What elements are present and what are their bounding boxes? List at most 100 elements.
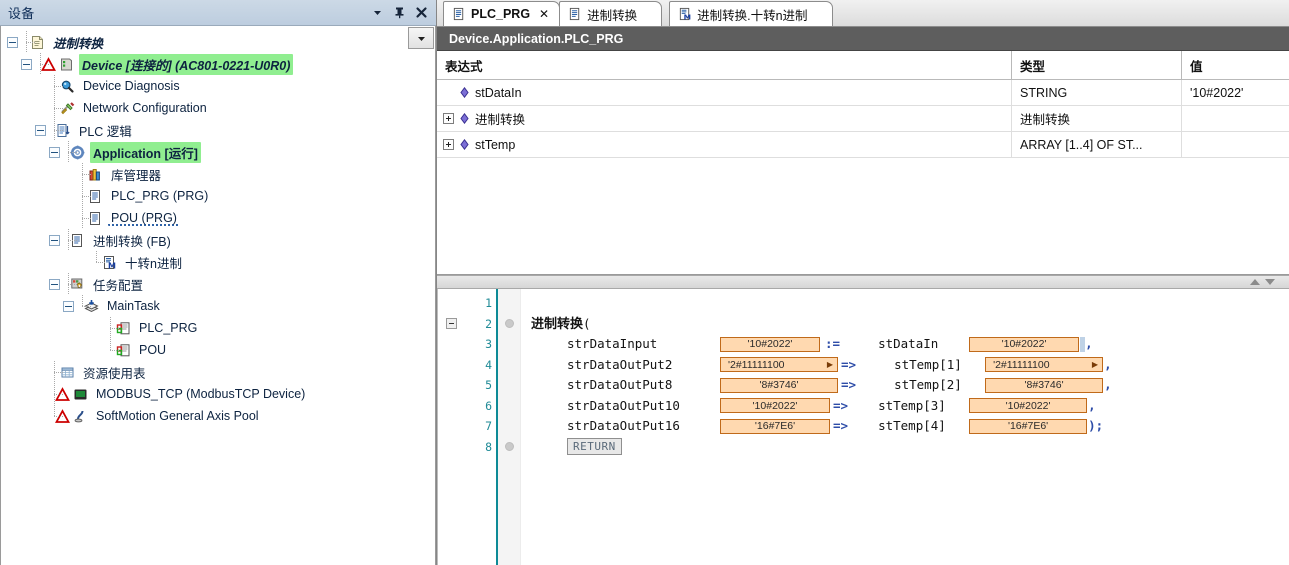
param-target: stDataIn — [878, 336, 939, 351]
tree-item-modbus-tcp[interactable]: MODBUS_TCP (ModbusTCP Device) — [1, 383, 435, 405]
param-input-value-box[interactable]: '10#2022' — [720, 398, 830, 414]
tree-guide — [49, 383, 63, 405]
tree-item-softmotion-axis-pool[interactable]: SoftMotion General Axis Pool — [1, 405, 435, 427]
table-row[interactable]: stTemp ARRAY [1..4] OF ST... — [437, 132, 1289, 158]
tree-item-method-shizhuannjinzhi[interactable]: M 十转n进制 — [1, 251, 435, 273]
param-input-value-box[interactable]: '10#2022' — [720, 336, 820, 352]
expander-minus-icon[interactable] — [35, 124, 46, 136]
cell-value[interactable]: '10#2022' — [1182, 80, 1289, 105]
svg-text:M: M — [683, 13, 690, 21]
param-input-value-box[interactable]: '8#3746' — [720, 377, 838, 393]
tree-item-label: 进制转换 (FB) — [93, 234, 171, 249]
param-name: strDataInput — [567, 336, 658, 351]
cell-value[interactable] — [1182, 132, 1289, 157]
expander-minus-icon[interactable] — [21, 58, 32, 70]
param-output-value-box[interactable]: '16#7E6' — [969, 418, 1088, 434]
param-input-value-box[interactable]: '2#11111100 ▶ — [720, 357, 838, 373]
code-line: strDataOutPut10 '10#2022' => stTemp[3] '… — [521, 396, 1289, 417]
param-output-value-box[interactable]: '2#11111100 ▶ — [985, 357, 1104, 373]
breakpoint-column[interactable] — [498, 289, 521, 565]
devices-tree-container: 进制转换 Device [连接的] (AC801-0221-U0R0) Devi… — [0, 26, 436, 565]
splitter-down-icon[interactable] — [1265, 279, 1275, 285]
param-input-value-box[interactable]: '16#7E6' — [720, 418, 830, 434]
tree-guide — [63, 141, 77, 163]
line-number: 7 — [485, 419, 492, 433]
line-number: 3 — [485, 337, 492, 351]
cell-value[interactable] — [1182, 106, 1289, 131]
tab-plc-prg[interactable]: PLC_PRG ✕ — [443, 1, 561, 26]
expander-minus-icon[interactable] — [63, 300, 74, 312]
tree-item-pou[interactable]: POU (PRG) — [1, 207, 435, 229]
tree-item-task-call-pou[interactable]: POU — [1, 339, 435, 361]
expander-minus-icon[interactable] — [49, 146, 60, 158]
param-output-value-box[interactable]: '10#2022' — [969, 398, 1088, 414]
line-number: 1 — [485, 296, 492, 310]
param-name: strDataOutPut2 — [567, 356, 673, 372]
param-output-value-box[interactable]: '8#3746' — [985, 377, 1104, 393]
panel-dropdown-icon[interactable] — [366, 3, 388, 23]
tree-item-application[interactable]: Application [运行] — [1, 141, 435, 163]
editor-splitter[interactable] — [437, 275, 1289, 289]
row-expander-icon[interactable] — [443, 113, 454, 124]
table-row[interactable]: stDataIn STRING '10#2022' — [437, 80, 1289, 106]
cell-expression-label: stDataIn — [475, 85, 522, 100]
code-line: RETURN — [521, 437, 1289, 458]
tree-guide — [77, 163, 91, 185]
row-expander-icon[interactable] — [443, 139, 454, 150]
code-editor[interactable]: 1 2 3 4 5 6 7 8 进制转换 (strDataInput '10#… — [437, 289, 1289, 565]
column-header-type[interactable]: 类型 — [1012, 51, 1182, 79]
statement-marker-icon[interactable] — [504, 319, 514, 329]
param-output-value-box[interactable]: '10#2022' — [969, 336, 1080, 352]
column-header-value[interactable]: 值 — [1182, 51, 1289, 79]
tree-item-label: 十转n进制 — [125, 256, 182, 271]
tree-guide — [49, 361, 63, 383]
tree-item-device-diagnosis[interactable]: Device Diagnosis — [1, 75, 435, 97]
svg-text:M: M — [108, 261, 116, 270]
tree-item-label: Device [连接的] (AC801-0221-U0R0) — [79, 53, 294, 75]
output-operator: => — [841, 377, 857, 392]
pin-icon[interactable] — [388, 3, 410, 23]
tree-item-library-manager[interactable]: 库管理器 — [1, 163, 435, 185]
tree-item-task-call-plc-prg[interactable]: PLC_PRG — [1, 317, 435, 339]
splitter-up-icon[interactable] — [1250, 279, 1260, 285]
tree-item-device[interactable]: Device [连接的] (AC801-0221-U0R0) — [1, 53, 435, 75]
tree-item-plc-logic[interactable]: PLC 逻辑 — [1, 119, 435, 141]
fold-minus-icon[interactable] — [445, 318, 457, 330]
value-truncated-icon[interactable]: ▶ — [827, 355, 833, 376]
devices-panel-title: 设备 — [8, 6, 35, 21]
expander-minus-icon[interactable] — [7, 36, 18, 48]
pou-icon — [567, 7, 582, 22]
tree-item-plc-prg[interactable]: PLC_PRG (PRG) — [1, 185, 435, 207]
devices-panel-header: 设备 — [0, 0, 436, 26]
code-line: strDataOutPut16 '16#7E6' => stTemp[4] '1… — [521, 416, 1289, 437]
code-text-area[interactable]: 进制转换( strDataInput '10#2022' := stDataIn… — [521, 289, 1289, 565]
tab-label: 进制转换 — [587, 8, 638, 23]
tree-item-project[interactable]: 进制转换 — [1, 31, 435, 53]
tree-item-maintask[interactable]: MainTask — [1, 295, 435, 317]
return-statement-box[interactable]: RETURN — [567, 438, 622, 456]
tab-close-icon[interactable]: ✕ — [539, 7, 549, 21]
tree-item-resource-table[interactable]: 资源使用表 — [1, 361, 435, 383]
column-header-expression[interactable]: 表达式 — [437, 51, 1012, 79]
tree-item-network-configuration[interactable]: Network Configuration — [1, 97, 435, 119]
tab-jinzhizhuanhuan-method[interactable]: M 进制转换.十转n进制 — [669, 1, 833, 26]
value-truncated-icon[interactable]: ▶ — [1092, 355, 1098, 376]
tree-item-label: 进制转换 — [53, 36, 104, 51]
expander-minus-icon[interactable] — [49, 234, 60, 246]
tab-jinzhizhuanhuan[interactable]: 进制转换 — [559, 1, 663, 26]
cell-expression-label: 进制转换 — [475, 113, 526, 127]
output-operator: => — [833, 397, 849, 413]
tree-dropdown-button[interactable] — [408, 27, 434, 49]
param-tail: , — [1104, 356, 1112, 372]
table-row[interactable]: 进制转换 进制转换 — [437, 106, 1289, 132]
tree-item-fb-jinzhizhuanhuan[interactable]: 进制转换 (FB) — [1, 229, 435, 251]
param-target: stTemp[3] — [878, 397, 946, 413]
expander-minus-icon[interactable] — [49, 278, 60, 290]
close-icon[interactable] — [410, 3, 432, 23]
variable-diamond-icon — [459, 86, 470, 99]
param-tail: , — [1104, 377, 1112, 392]
tree-item-label: PLC_PRG — [139, 321, 198, 335]
statement-marker-icon[interactable] — [504, 442, 514, 452]
assign-operator: := — [825, 336, 841, 351]
tree-item-task-configuration[interactable]: 任务配置 — [1, 273, 435, 295]
